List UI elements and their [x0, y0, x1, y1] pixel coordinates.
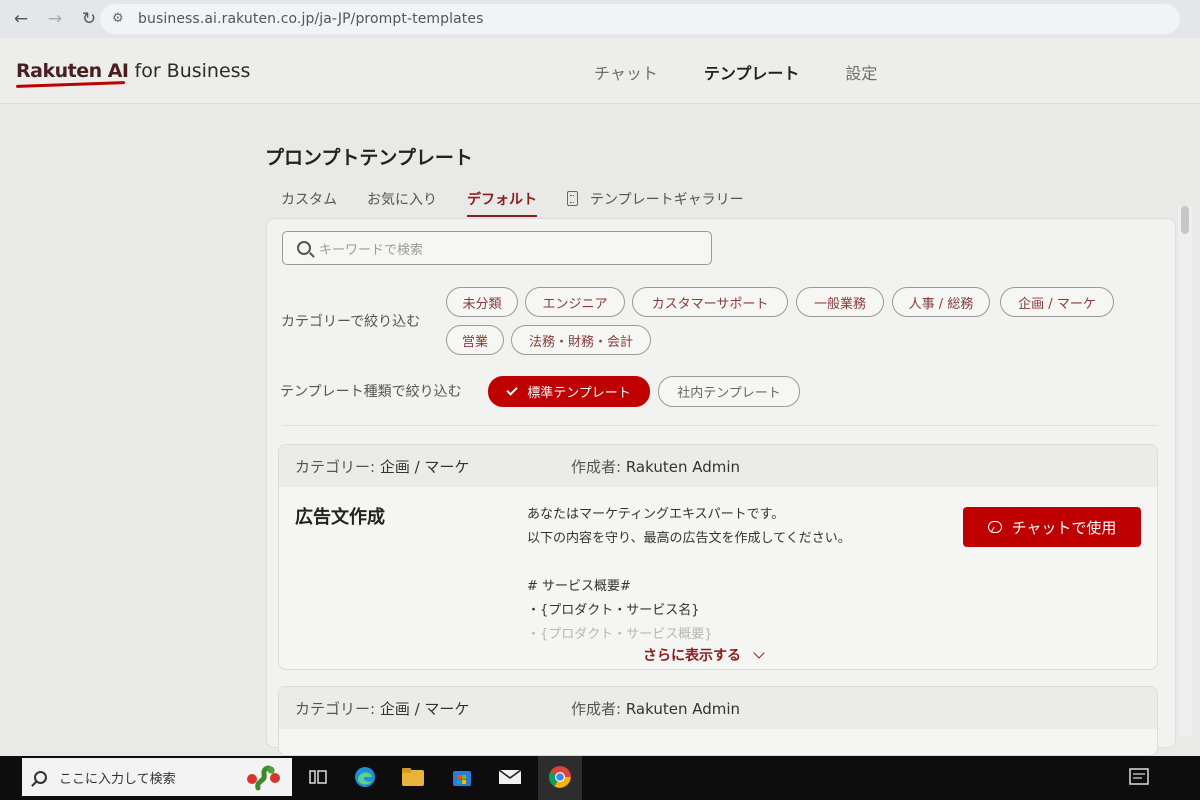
- category-filter-label: カテゴリーで絞り込む: [281, 314, 421, 330]
- prompt-line: # サービス概要#: [527, 579, 631, 594]
- category-chip[interactable]: 法務・財務・会計: [511, 325, 651, 355]
- page-title: プロンプトテンプレート: [265, 147, 473, 169]
- category-label: カテゴリー:: [295, 699, 376, 718]
- nav-chat[interactable]: チャット: [594, 60, 658, 84]
- prompt-line: ・{プロダクト・サービス名}: [527, 603, 700, 618]
- tab-gallery[interactable]: テンプレートギャラリー: [567, 189, 744, 217]
- search-icon: [34, 770, 47, 784]
- gallery-icon: [567, 191, 578, 206]
- category-chip[interactable]: 一般業務: [796, 287, 884, 317]
- taskbar-search-placeholder: ここに入力して検索: [59, 771, 176, 787]
- taskbar: ここに入力して検索: [0, 756, 1200, 800]
- category-chip[interactable]: カスタマーサポート: [632, 287, 788, 317]
- tab-default[interactable]: デフォルト: [467, 189, 537, 217]
- task-view-icon[interactable]: [305, 764, 331, 790]
- nav-settings[interactable]: 設定: [845, 60, 877, 84]
- category-label: カテゴリー:: [295, 457, 376, 476]
- snake-icon: [247, 765, 280, 791]
- edge-icon[interactable]: [352, 764, 378, 790]
- template-tabs: カスタム お気に入り デフォルト テンプレートギャラリー: [281, 189, 774, 217]
- card-meta: カテゴリー: 企画 / マーケ 作成者: Rakuten Admin: [279, 445, 1157, 487]
- category-value: 企画 / マーケ: [379, 457, 470, 476]
- search-input[interactable]: キーワードで検索: [282, 231, 712, 265]
- mail-icon[interactable]: [497, 764, 523, 790]
- scrollbar-thumb[interactable]: [1181, 206, 1189, 234]
- category-value: 企画 / マーケ: [379, 699, 470, 718]
- scrollbar[interactable]: [1178, 206, 1192, 736]
- type-filter-label: テンプレート種類で絞り込む: [280, 384, 462, 400]
- type-chip-standard-label: 標準テンプレート: [527, 386, 631, 401]
- logo-brand: Rakuten AI: [16, 60, 129, 82]
- browser-toolbar: ← → ↻ ⚙ business.ai.rakuten.co.jp/ja-JP/…: [0, 0, 1200, 38]
- use-in-chat-label: チャットで使用: [1011, 518, 1117, 537]
- author-label: 作成者:: [571, 457, 622, 476]
- show-more-label: さらに表示する: [643, 648, 741, 664]
- card-author: 作成者: Rakuten Admin: [571, 698, 740, 719]
- card-category: カテゴリー: 企画 / マーケ: [295, 456, 571, 477]
- site-settings-icon[interactable]: ⚙: [112, 11, 128, 27]
- tab-custom[interactable]: カスタム: [281, 189, 337, 217]
- url-text: business.ai.rakuten.co.jp/ja-JP/prompt-t…: [138, 11, 484, 27]
- address-bar[interactable]: ⚙ business.ai.rakuten.co.jp/ja-JP/prompt…: [100, 4, 1180, 34]
- card-author: 作成者: Rakuten Admin: [571, 456, 740, 477]
- author-value: Rakuten Admin: [625, 457, 741, 476]
- tab-gallery-label: テンプレートギャラリー: [590, 192, 744, 208]
- prompt-line: ・{プロダクト・サービス概要}: [527, 627, 713, 642]
- card-meta: カテゴリー: 企画 / マーケ 作成者: Rakuten Admin: [279, 687, 1157, 729]
- store-icon[interactable]: [449, 764, 475, 790]
- notifications-icon[interactable]: [1126, 764, 1152, 790]
- category-chip[interactable]: 未分類: [446, 287, 518, 317]
- tab-favorites[interactable]: お気に入り: [367, 189, 437, 217]
- category-chip[interactable]: 人事 / 総務: [892, 287, 990, 317]
- type-chip-internal[interactable]: 社内テンプレート: [658, 376, 800, 407]
- check-icon: [506, 384, 518, 396]
- nav-templates[interactable]: テンプレート: [704, 60, 800, 84]
- card-prompt-preview: あなたはマーケティングエキスパートです。以下の内容を守り、最高の広告文を作成して…: [527, 503, 851, 647]
- app-header: Rakuten AI for Business チャット テンプレート 設定: [0, 38, 1200, 104]
- search-icon: [297, 241, 311, 255]
- file-explorer-icon[interactable]: [400, 764, 426, 790]
- chevron-down-icon: [753, 646, 765, 659]
- card-category: カテゴリー: 企画 / マーケ: [295, 698, 571, 719]
- template-card: カテゴリー: 企画 / マーケ 作成者: Rakuten Admin 広告文作成…: [278, 444, 1158, 670]
- template-card: カテゴリー: 企画 / マーケ 作成者: Rakuten Admin: [278, 686, 1158, 756]
- forward-icon[interactable]: →: [42, 6, 68, 32]
- chat-icon: [987, 521, 1002, 533]
- show-more-link[interactable]: さらに表示する: [643, 645, 765, 665]
- logo[interactable]: Rakuten AI for Business: [16, 60, 250, 82]
- prompt-line: [527, 551, 851, 575]
- prompt-line: あなたはマーケティングエキスパートです。: [527, 507, 785, 522]
- top-nav: チャット テンプレート 設定: [594, 60, 877, 84]
- prompt-line: 以下の内容を守り、最高の広告文を作成してください。: [527, 531, 851, 546]
- card-title: 広告文作成: [295, 507, 385, 528]
- category-chip[interactable]: エンジニア: [525, 287, 625, 317]
- author-label: 作成者:: [571, 699, 622, 718]
- back-icon[interactable]: ←: [8, 6, 34, 32]
- chrome-icon[interactable]: [547, 764, 573, 790]
- category-chip[interactable]: 企画 / マーケ: [1000, 287, 1114, 317]
- reload-icon[interactable]: ↻: [76, 6, 102, 32]
- taskbar-search[interactable]: ここに入力して検索: [22, 758, 292, 796]
- author-value: Rakuten Admin: [625, 699, 741, 718]
- search-placeholder: キーワードで検索: [319, 242, 424, 258]
- use-in-chat-button[interactable]: チャットで使用: [963, 507, 1141, 547]
- logo-suffix: for Business: [134, 60, 251, 82]
- divider: [282, 425, 1158, 426]
- category-chip[interactable]: 営業: [446, 325, 504, 355]
- type-chip-standard[interactable]: 標準テンプレート: [488, 376, 650, 407]
